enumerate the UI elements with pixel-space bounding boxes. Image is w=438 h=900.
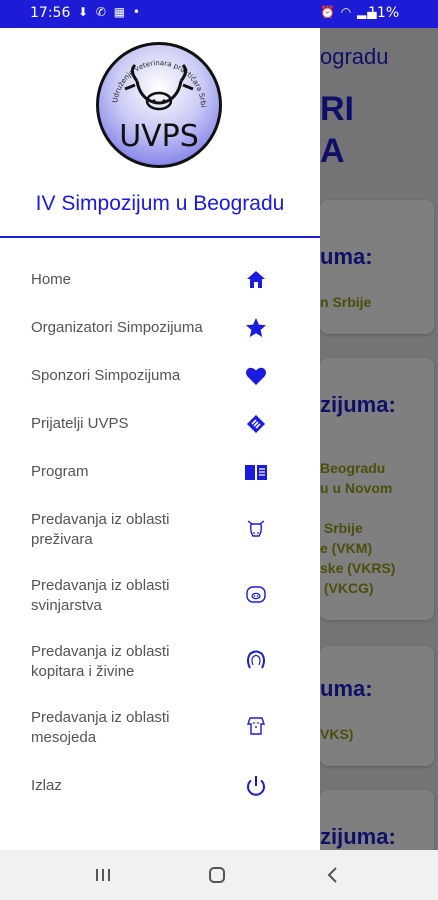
menu-item-organizatori[interactable]: Organizatori Simpozijuma — [0, 318, 320, 338]
system-navigation-bar — [0, 850, 438, 900]
menu-item-label: Predavanja iz oblasti svinjarstva — [31, 577, 170, 614]
pig-icon — [246, 586, 266, 603]
menu-item-prezivara[interactable]: Predavanja iz oblasti preživara — [0, 510, 320, 550]
menu-item-kopitara[interactable]: Predavanja iz oblasti kopitara i živine — [0, 642, 320, 682]
menu-item-label: Predavanja iz oblasti mesojeda — [31, 709, 170, 746]
menu-item-label: Home — [31, 271, 72, 288]
menu-item-label: Program — [31, 463, 89, 480]
menu-item-label: Predavanja iz oblasti preživara — [31, 511, 170, 548]
book-icon — [245, 465, 267, 480]
battery-percentage: 11% — [368, 5, 400, 21]
drawer-divider — [0, 236, 320, 238]
menu-item-sponzori[interactable]: Sponzori Simpozijuma — [0, 366, 320, 386]
navigation-drawer: Udruženje veterinara praktičara Srbije U… — [0, 28, 320, 850]
home-icon — [247, 271, 265, 288]
recents-button[interactable] — [88, 862, 118, 888]
cow-icon — [247, 520, 265, 537]
back-button[interactable] — [318, 862, 348, 888]
heart-icon — [246, 367, 266, 385]
menu-item-label: Predavanja iz oblasti kopitara i živine — [31, 643, 170, 680]
menu-item-home[interactable]: Home — [0, 270, 320, 290]
logo-ring-text: Udruženje veterinara praktičara Srbije — [99, 45, 207, 107]
power-icon — [247, 776, 265, 796]
menu-item-prijatelji[interactable]: Prijatelji UVPS — [0, 414, 320, 434]
menu-item-label: Organizatori Simpozijuma — [31, 319, 203, 336]
handshake-icon — [247, 415, 265, 433]
svg-text:Udruženje veterinara praktičar: Udruženje veterinara praktičara Srbije — [99, 45, 207, 107]
menu-item-mesojeda[interactable]: Predavanja iz oblasti mesojeda — [0, 708, 320, 748]
menu-item-svinjarstva[interactable]: Predavanja iz oblasti svinjarstva — [0, 576, 320, 616]
status-bar: 17:56 ⬇ ✆ ▦ • ⏰ ◠ ▂▄ 11% — [0, 0, 438, 28]
drawer-title: IV Simpozijum u Beogradu — [35, 192, 285, 215]
home-button[interactable] — [202, 862, 232, 888]
menu-item-label: Izlaz — [31, 777, 62, 794]
logo-text: UVPS — [119, 119, 199, 154]
status-left-icons: ⬇ ✆ ▦ • — [78, 5, 142, 19]
uvps-logo: Udruženje veterinara praktičara Srbije U… — [96, 42, 222, 168]
menu-item-label: Sponzori Simpozijuma — [31, 367, 181, 384]
menu-item-izlaz[interactable]: Izlaz — [0, 776, 320, 796]
dog-icon — [247, 717, 265, 735]
star-icon — [246, 318, 266, 337]
horseshoe-icon — [247, 650, 265, 669]
status-time: 17:56 — [30, 5, 71, 21]
menu-item-program[interactable]: Program — [0, 462, 320, 482]
menu-item-label: Prijatelji UVPS — [31, 415, 129, 432]
